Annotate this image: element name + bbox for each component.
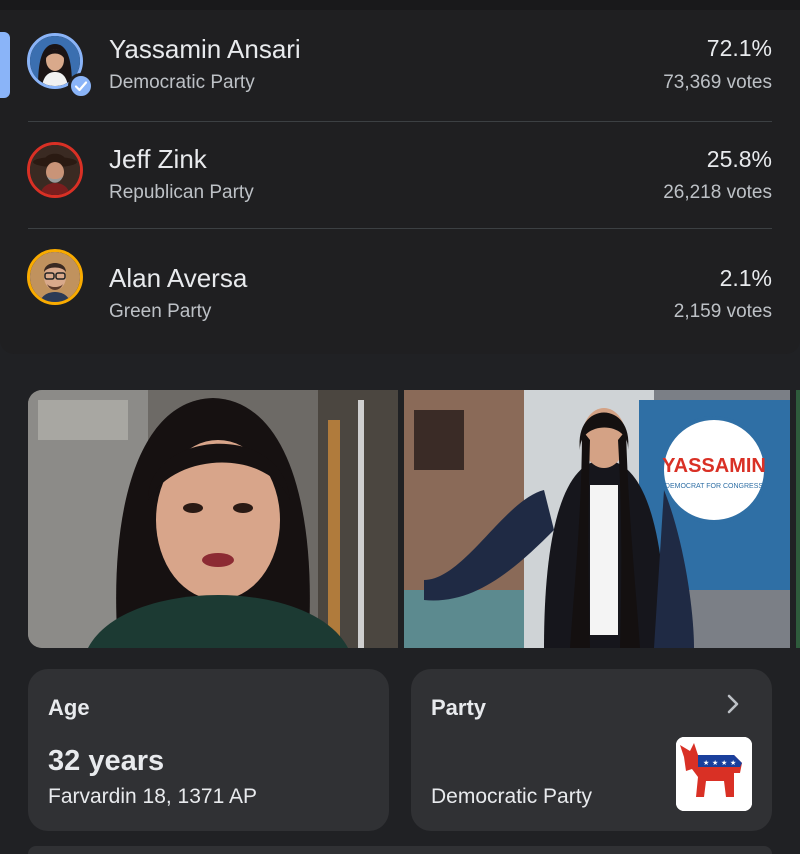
candidate-votes: 26,218 votes [663, 182, 772, 203]
age-label: Age [48, 695, 90, 720]
party-label: Party [431, 695, 487, 720]
candidate-percent: 72.1% [706, 35, 772, 61]
candidate-name: Jeff Zink [109, 144, 207, 174]
winner-indicator [0, 32, 10, 98]
candidate-votes: 2,159 votes [673, 301, 772, 322]
avatar-zink [27, 142, 83, 198]
results-card: Yassamin Ansari Democratic Party 72.1% 7… [0, 10, 800, 354]
candidate-row-ansari[interactable]: Yassamin Ansari Democratic Party 72.1% 7… [0, 10, 800, 118]
candidate-party: Republican Party [109, 182, 254, 203]
svg-text:★: ★ [730, 759, 736, 767]
candidate-name: Alan Aversa [109, 263, 248, 293]
candidate-photo-1[interactable] [28, 390, 398, 648]
svg-text:★: ★ [703, 759, 709, 767]
top-strip [0, 0, 800, 10]
svg-text:★: ★ [721, 759, 727, 767]
candidate-percent: 25.8% [706, 146, 772, 172]
age-value: 32 years [48, 745, 165, 777]
party-value: Democratic Party [431, 785, 593, 808]
candidate-row-aversa[interactable]: Alan Aversa Green Party 2.1% 2,159 votes [0, 229, 800, 337]
birth-date: Farvardin 18, 1371 AP [48, 785, 257, 808]
candidate-percent: 2.1% [719, 265, 772, 291]
svg-text:★: ★ [712, 759, 718, 767]
candidate-party: Green Party [109, 301, 212, 322]
age-card[interactable]: Age 32 years Farvardin 18, 1371 AP [28, 669, 389, 831]
candidate-votes: 73,369 votes [663, 72, 772, 93]
avatar-aversa [27, 249, 83, 305]
chevron-right-icon[interactable] [722, 693, 744, 715]
democratic-donkey-logo: ★ ★ ★ ★ [676, 737, 752, 811]
election-results-page: Yassamin Ansari Democratic Party 72.1% 7… [0, 0, 800, 854]
sign-text: YASSAMIN [662, 455, 766, 477]
sign-subtext: DEMOCRAT FOR CONGRESS [665, 483, 763, 490]
next-card-edge [28, 846, 772, 854]
candidate-photo-2[interactable]: YASSAMIN DEMOCRAT FOR CONGRESS [404, 390, 790, 648]
verified-check-icon [68, 73, 94, 99]
candidate-photo-3-partial[interactable] [796, 390, 800, 648]
candidate-party: Democratic Party [109, 72, 255, 93]
candidate-name: Yassamin Ansari [109, 34, 301, 64]
party-card[interactable]: Party Democratic Party ★ ★ ★ ★ [411, 669, 772, 831]
candidate-row-zink[interactable]: Jeff Zink Republican Party 25.8% 26,218 … [0, 122, 800, 230]
